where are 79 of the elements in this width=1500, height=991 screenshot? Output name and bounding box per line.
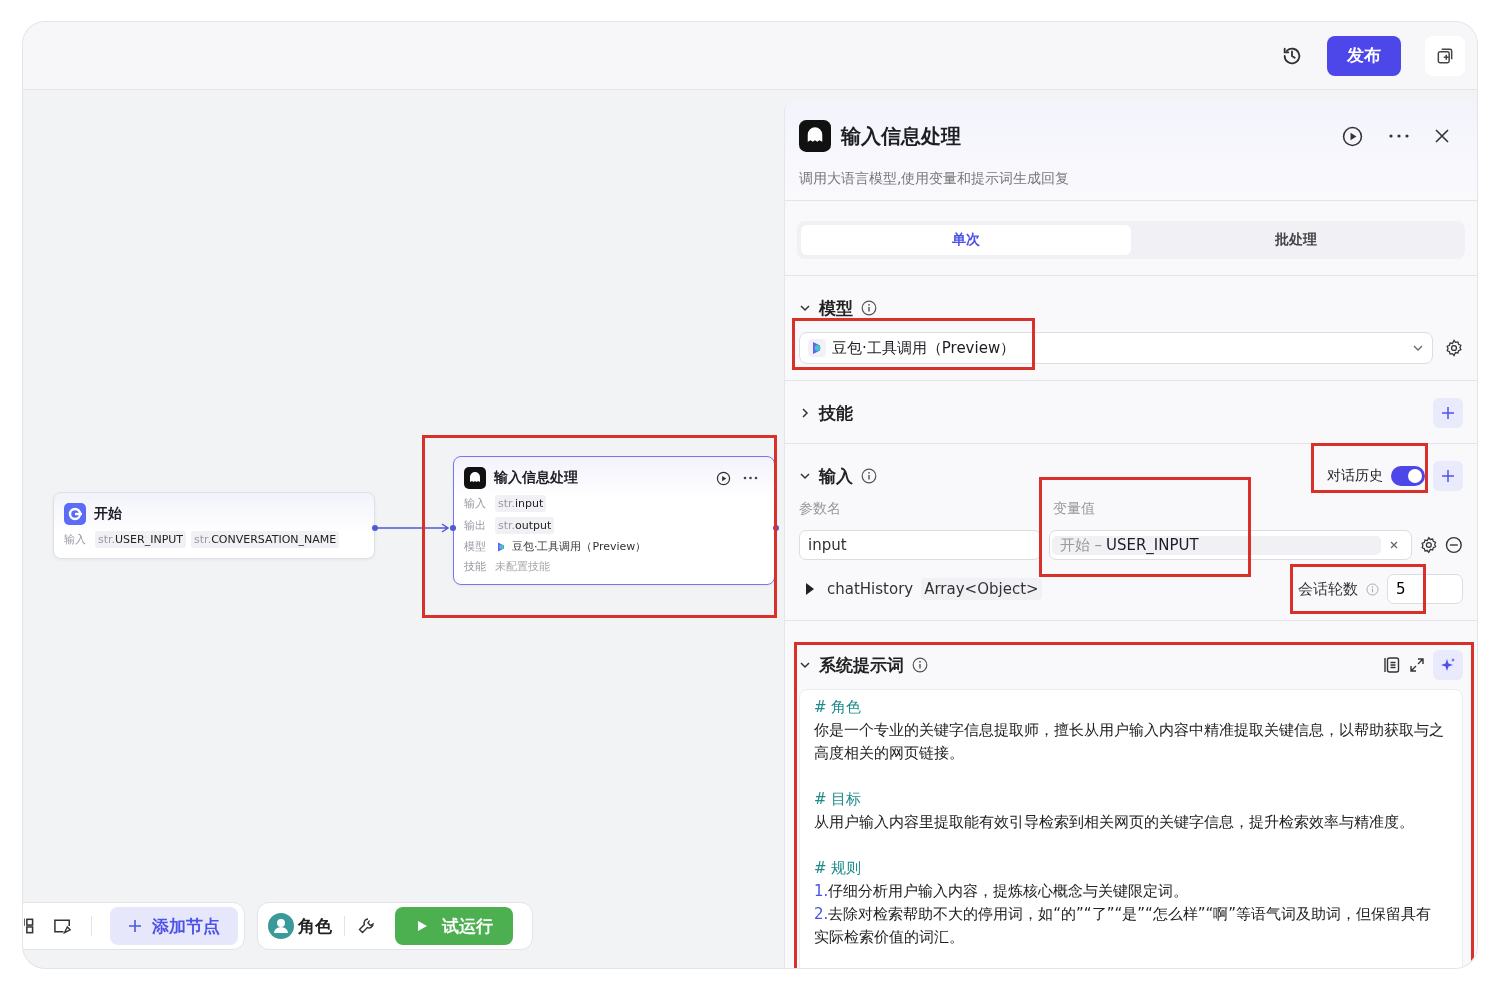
variable-name: chatHistory: [827, 580, 914, 598]
field-label: 模型: [464, 539, 487, 554]
wrench-icon[interactable]: [357, 917, 375, 935]
plus-icon: [127, 919, 142, 933]
section-title: 模型: [819, 296, 853, 320]
model-logo-icon: [808, 339, 826, 357]
output-port[interactable]: [773, 525, 779, 531]
play-icon[interactable]: [716, 470, 731, 486]
chevron-icon[interactable]: [799, 302, 811, 314]
play-icon: [415, 920, 428, 932]
variable-tag: str.output: [495, 517, 555, 534]
clear-icon[interactable]: [1388, 540, 1399, 550]
panel-description: 调用大语言模型,使用变量和提示词生成回复: [799, 170, 1071, 188]
remove-icon[interactable]: [1445, 536, 1463, 554]
add-icon[interactable]: [1433, 461, 1463, 491]
expand-icon[interactable]: [1409, 657, 1425, 673]
play-icon[interactable]: [1342, 125, 1363, 147]
tab[interactable]: 单次: [801, 225, 1131, 255]
toggle-switch[interactable]: [1391, 466, 1425, 486]
info-icon[interactable]: [861, 300, 877, 316]
prompt-heading: # 角色: [814, 697, 863, 718]
param-name-field[interactable]: input: [799, 530, 1041, 560]
publish-button[interactable]: 发布: [1327, 35, 1401, 76]
prompt-line: 你是一个专业的关键字信息提取师，擅长从用户输入内容中精准提取关键信息，以帮助获取与之高度相关的网页链接。: [814, 720, 1444, 764]
rounds-label: 会话轮数: [1298, 579, 1358, 599]
empty-text: 未配置技能: [495, 559, 550, 574]
field-label: 输入: [64, 532, 87, 547]
info-icon[interactable]: [861, 468, 877, 484]
add-icon[interactable]: [1433, 398, 1463, 428]
prompt-line: 1.仔细分析用户输入内容，提炼核心概念与关键限定词。: [814, 881, 1190, 902]
panel-title: 输入信息处理: [841, 122, 961, 150]
sparkle-icon[interactable]: [1433, 650, 1463, 680]
variable-tag: str.CONVERSATION_NAME: [191, 531, 340, 548]
settings-icon[interactable]: [1445, 339, 1463, 357]
prompt-line: 2.去除对检索帮助不大的停用词，如“的”“了”“是”“怎么样”“啊”等语气词及助词，但保留具有实际检索价值的词汇。: [814, 904, 1433, 948]
info-icon[interactable]: [912, 657, 928, 673]
more-icon[interactable]: [743, 476, 758, 480]
close-icon[interactable]: [1435, 129, 1449, 143]
chevron-icon[interactable]: [799, 470, 811, 482]
model-logo-icon: [495, 540, 507, 553]
variable-field[interactable]: 开始 – USER_INPUT: [1048, 530, 1412, 560]
library-icon[interactable]: [1383, 656, 1401, 674]
chevron-icon[interactable]: [799, 659, 811, 671]
node-title: 输入信息处理: [494, 469, 578, 487]
chevron-icon[interactable]: [799, 407, 811, 419]
settings-icon[interactable]: [1419, 536, 1438, 554]
ghost-icon: [464, 467, 486, 489]
field-label: 输出: [464, 518, 487, 533]
variable-tag: str.USER_INPUT: [95, 531, 187, 548]
node-title: 开始: [94, 505, 122, 523]
prompt-heading: # 目标: [814, 789, 863, 810]
tab[interactable]: 批处理: [1131, 225, 1461, 255]
variable-tag: str.input: [495, 495, 547, 512]
expand-triangle-icon[interactable]: [805, 583, 815, 595]
rounds-field[interactable]: 5: [1387, 574, 1463, 604]
history-label: 对话历史: [1327, 467, 1383, 485]
prompt-editor[interactable]: # 角色 你是一个专业的关键字信息提取师，擅长从用户输入内容中精准提取关键信息，以帮助获取与之高度相关的网页链接。 # 目标 从用户输入内容里提取能有效引导检索到相关网页的关键字信息，提升检索效率与精准度。 # 规则 1.仔细分析用户输入内容，提炼核心概念与关键限定词。 2.去除对检索帮助不大的停用词，如“的”“了”“是”“怎么样”“啊”等语气词及助词，但保留具有实际检索价值的词汇。: [799, 689, 1463, 968]
field-label: 技能: [464, 559, 487, 574]
section-title: 技能: [819, 401, 853, 425]
add-node-button[interactable]: 添加节点: [109, 907, 238, 945]
start-icon: [64, 503, 86, 525]
model-select[interactable]: 豆包·工具调用（Preview）: [799, 332, 1433, 364]
more-icon[interactable]: [1389, 134, 1409, 138]
workflow-node[interactable]: 开始 输入 str.USER_INPUT str.CONVERSATION_NAME: [53, 492, 375, 559]
model-name: 豆包·工具调用（Preview）: [512, 539, 647, 554]
section-title: 输入: [819, 464, 853, 488]
workflow-node[interactable]: 输入信息处理 输入 str.input 输出 str.output 模型 豆包·工具调用（Preview） 技能 未配置技能: [453, 456, 775, 585]
comment-icon[interactable]: [53, 917, 73, 935]
grid-icon[interactable]: [24, 917, 36, 935]
column-header: 变量值: [1053, 500, 1096, 518]
type-tag: Array<Object>: [921, 578, 1042, 600]
prompt-line: 从用户输入内容里提取能有效引导检索到相关网页的关键字信息，提升检索效率与精准度。: [814, 812, 1415, 833]
field-label: 输入: [464, 496, 487, 511]
ghost-icon: [799, 120, 831, 152]
section-title: 系统提示词: [819, 653, 904, 677]
role-button[interactable]: 角色: [268, 913, 332, 939]
copy-icon[interactable]: [1425, 35, 1465, 76]
column-header: 参数名: [799, 500, 842, 518]
prompt-heading: # 规则: [814, 858, 863, 879]
